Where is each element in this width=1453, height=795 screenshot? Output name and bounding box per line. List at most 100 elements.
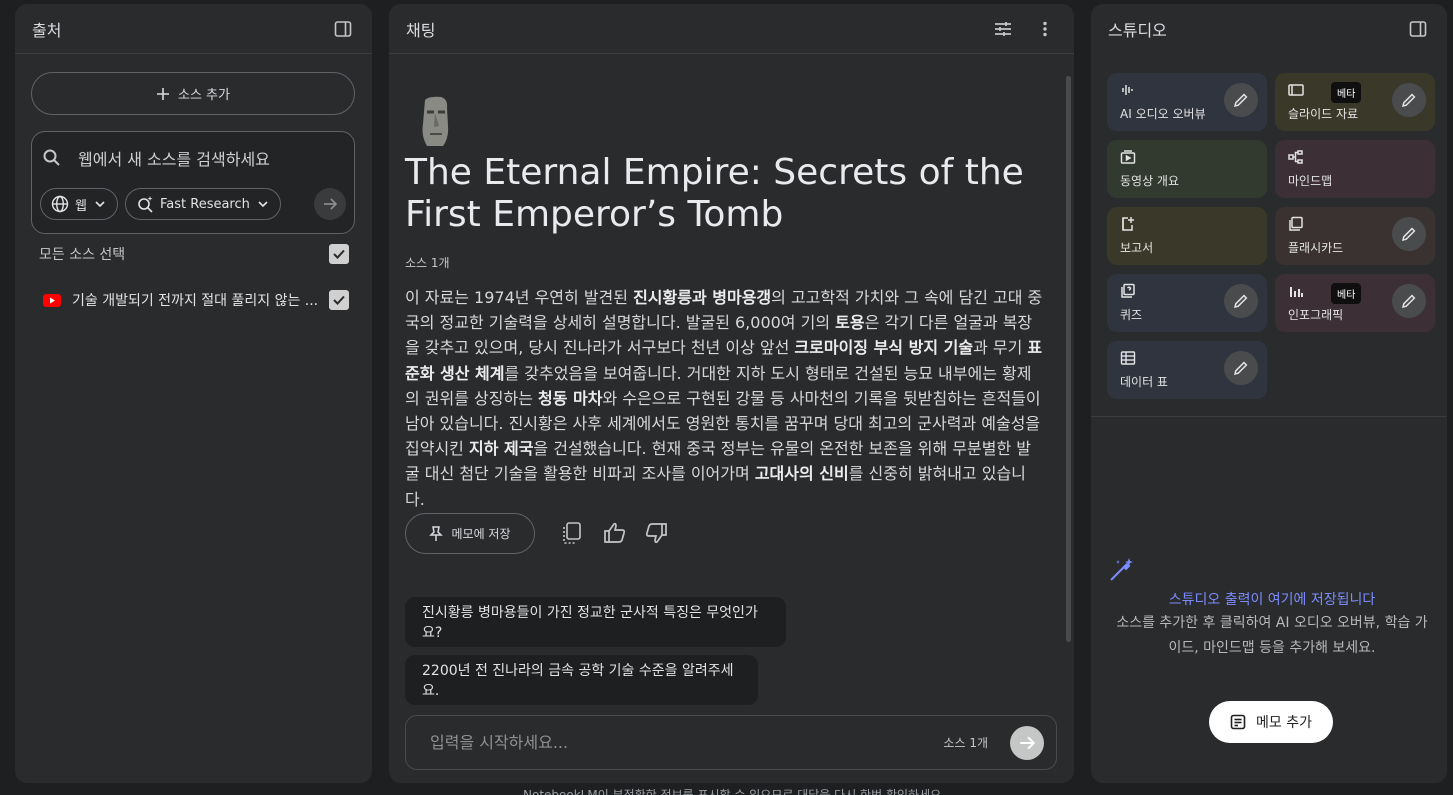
- thumbs-down-icon[interactable]: [644, 521, 668, 545]
- summary-highlight: 토용: [835, 313, 865, 333]
- video-icon: [1120, 149, 1136, 165]
- studio-tile-label: 동영상 개요: [1120, 174, 1180, 188]
- arrow-right-icon: [1018, 734, 1036, 752]
- research-search-icon: [136, 195, 154, 213]
- edit-icon[interactable]: [1224, 83, 1258, 117]
- chevron-down-icon: [256, 197, 270, 211]
- edit-icon[interactable]: [1224, 284, 1258, 318]
- beta-badge: 베타: [1331, 283, 1362, 304]
- arrow-right-icon: [322, 196, 338, 212]
- studio-panel: 스튜디오 AI 오디오 오버뷰 베타 슬라이드 자료 동영상 개요 마인드맵 보고서 플래시…: [1091, 4, 1447, 783]
- studio-empty-description: 소스를 추가한 후 클릭하여 AI 오디오 오버뷰, 학습 가이드, 마인드맵 …: [1116, 615, 1428, 656]
- send-button[interactable]: [1010, 725, 1044, 760]
- edit-icon[interactable]: [1392, 217, 1426, 251]
- studio-tile[interactable]: 베타인포그래픽: [1275, 274, 1435, 332]
- input-source-count: 소스 1개: [943, 736, 988, 750]
- add-source-label: 소스 추가: [178, 88, 230, 103]
- studio-tile[interactable]: 베타 슬라이드 자료: [1275, 73, 1435, 131]
- web-search-box: 웹에서 새 소스를 검색하세요 웹 Fast Research: [31, 131, 355, 234]
- notebook-title: The Eternal Empire: Secrets of the First…: [405, 152, 1024, 235]
- studio-tile[interactable]: 동영상 개요: [1107, 140, 1267, 198]
- source-item[interactable]: 기술 개발되기 전까지 절대 풀리지 않는 ...: [43, 290, 349, 310]
- youtube-icon: [43, 293, 61, 307]
- quiz-icon: [1120, 283, 1136, 299]
- studio-tile-label: 슬라이드 자료: [1288, 107, 1359, 121]
- pin-icon: [429, 525, 444, 542]
- studio-divider: [1091, 416, 1447, 417]
- sources-panel: 출처 소스 추가 웹에서 새 소스를 검색하세요 웹 Fast Research…: [15, 4, 372, 783]
- report-icon: [1120, 216, 1136, 232]
- studio-tile-label: 보고서: [1120, 241, 1154, 255]
- tune-icon[interactable]: [991, 17, 1015, 41]
- studio-tile[interactable]: 마인드맵: [1275, 140, 1435, 198]
- flashcards-icon: [1288, 216, 1304, 232]
- chat-input[interactable]: [430, 733, 944, 752]
- plus-icon: [156, 87, 170, 101]
- summary-highlight: 지하 제국: [468, 439, 534, 459]
- chat-input-box: 소스 1개: [405, 715, 1057, 770]
- sources-title: 출처: [32, 20, 62, 40]
- add-source-button[interactable]: 소스 추가: [31, 72, 355, 115]
- studio-tile[interactable]: 보고서: [1107, 207, 1267, 265]
- collapse-panel-icon[interactable]: [331, 17, 355, 41]
- collapse-panel-icon[interactable]: [1406, 17, 1430, 41]
- search-input[interactable]: 웹에서 새 소스를 검색하세요: [78, 146, 270, 170]
- summary-highlight: 진시황릉과 병마용갱: [633, 288, 772, 307]
- suggested-question[interactable]: 진시황릉 병마용들이 가진 정교한 군사적 특징은 무엇인가요?: [405, 597, 786, 647]
- summary-text: 이 자료는 1974년 우연히 발견된: [405, 288, 634, 307]
- thumbs-up-icon[interactable]: [603, 521, 627, 545]
- studio-tile[interactable]: 데이터 표: [1107, 341, 1267, 399]
- chat-title: 채팅: [406, 20, 436, 40]
- chat-header: 채팅: [389, 4, 1074, 54]
- add-memo-label: 메모 추가: [1256, 715, 1312, 731]
- sources-header: 출처: [15, 4, 372, 54]
- select-all-row[interactable]: 모든 소스 선택: [39, 244, 349, 264]
- studio-tile-label: 인포그래픽: [1288, 308, 1344, 322]
- infographic-icon: [1288, 283, 1304, 299]
- data-table-icon: [1120, 350, 1136, 366]
- summary-text: 과 무기: [973, 338, 1028, 358]
- save-memo-label: 메모에 저장: [451, 527, 511, 541]
- studio-tile[interactable]: 퀴즈: [1107, 274, 1267, 332]
- studio-tile-label: 마인드맵: [1288, 174, 1333, 188]
- audio-waveform-icon: [1120, 82, 1136, 98]
- note-icon: [1230, 714, 1246, 730]
- summary-highlight: 청동 마차: [538, 388, 603, 408]
- web-chip-label: 웹: [75, 198, 87, 214]
- globe-icon: [51, 195, 69, 213]
- source-count: 소스 1개: [405, 256, 450, 270]
- select-all-checkbox[interactable]: [329, 244, 349, 264]
- studio-tile-label: 데이터 표: [1120, 375, 1168, 389]
- chat-scrollbar[interactable]: [1066, 76, 1071, 642]
- more-vert-icon[interactable]: [1033, 17, 1057, 41]
- suggestion-text: 2200년 전 진나라의 금속 공학 기술 수준을 알려주세요.: [422, 663, 734, 699]
- suggested-question[interactable]: 2200년 전 진나라의 금속 공학 기술 수준을 알려주세요.: [405, 655, 758, 705]
- mindmap-icon: [1288, 149, 1304, 165]
- source-checkbox[interactable]: [329, 290, 349, 310]
- chat-panel: 채팅 The Eternal Empire: Secrets of the Fi…: [389, 4, 1074, 783]
- add-memo-button[interactable]: 메모 추가: [1209, 701, 1333, 743]
- edit-icon[interactable]: [1392, 83, 1426, 117]
- moai-emoji-icon: [415, 96, 455, 148]
- source-title: 기술 개발되기 전까지 절대 풀리지 않는 ...: [72, 293, 319, 309]
- magic-wand-icon: [1107, 556, 1437, 584]
- search-submit-button[interactable]: [314, 188, 346, 220]
- studio-tile[interactable]: AI 오디오 오버뷰: [1107, 73, 1267, 131]
- suggestion-text: 진시황릉 병마용들이 가진 정교한 군사적 특징은 무엇인가요?: [422, 605, 758, 641]
- studio-title: 스튜디오: [1108, 21, 1167, 40]
- copy-icon[interactable]: [561, 521, 583, 545]
- research-mode-chip[interactable]: Fast Research: [125, 188, 281, 220]
- footer-disclaimer: NotebookLM이 부정확한 정보를 표시할 수 있으므로 대답을 다시 한…: [523, 788, 945, 795]
- edit-icon[interactable]: [1392, 284, 1426, 318]
- select-all-label: 모든 소스 선택: [39, 247, 126, 263]
- save-to-memo-button[interactable]: 메모에 저장: [405, 513, 535, 554]
- studio-tile-label: 퀴즈: [1120, 308, 1143, 322]
- web-chip[interactable]: 웹: [40, 188, 118, 220]
- studio-empty-title: 스튜디오 출력이 여기에 저장됩니다: [1168, 592, 1376, 608]
- chevron-down-icon: [93, 197, 107, 211]
- notebook-summary: 이 자료는 1974년 우연히 발견된 진시황릉과 병마용갱의 고고학적 가치와…: [405, 285, 1045, 512]
- summary-highlight: 크로마이징 부식 방지 기술: [794, 338, 974, 358]
- edit-icon[interactable]: [1224, 351, 1258, 385]
- studio-tile[interactable]: 플래시카드: [1275, 207, 1435, 265]
- research-chip-label: Fast Research: [160, 196, 250, 212]
